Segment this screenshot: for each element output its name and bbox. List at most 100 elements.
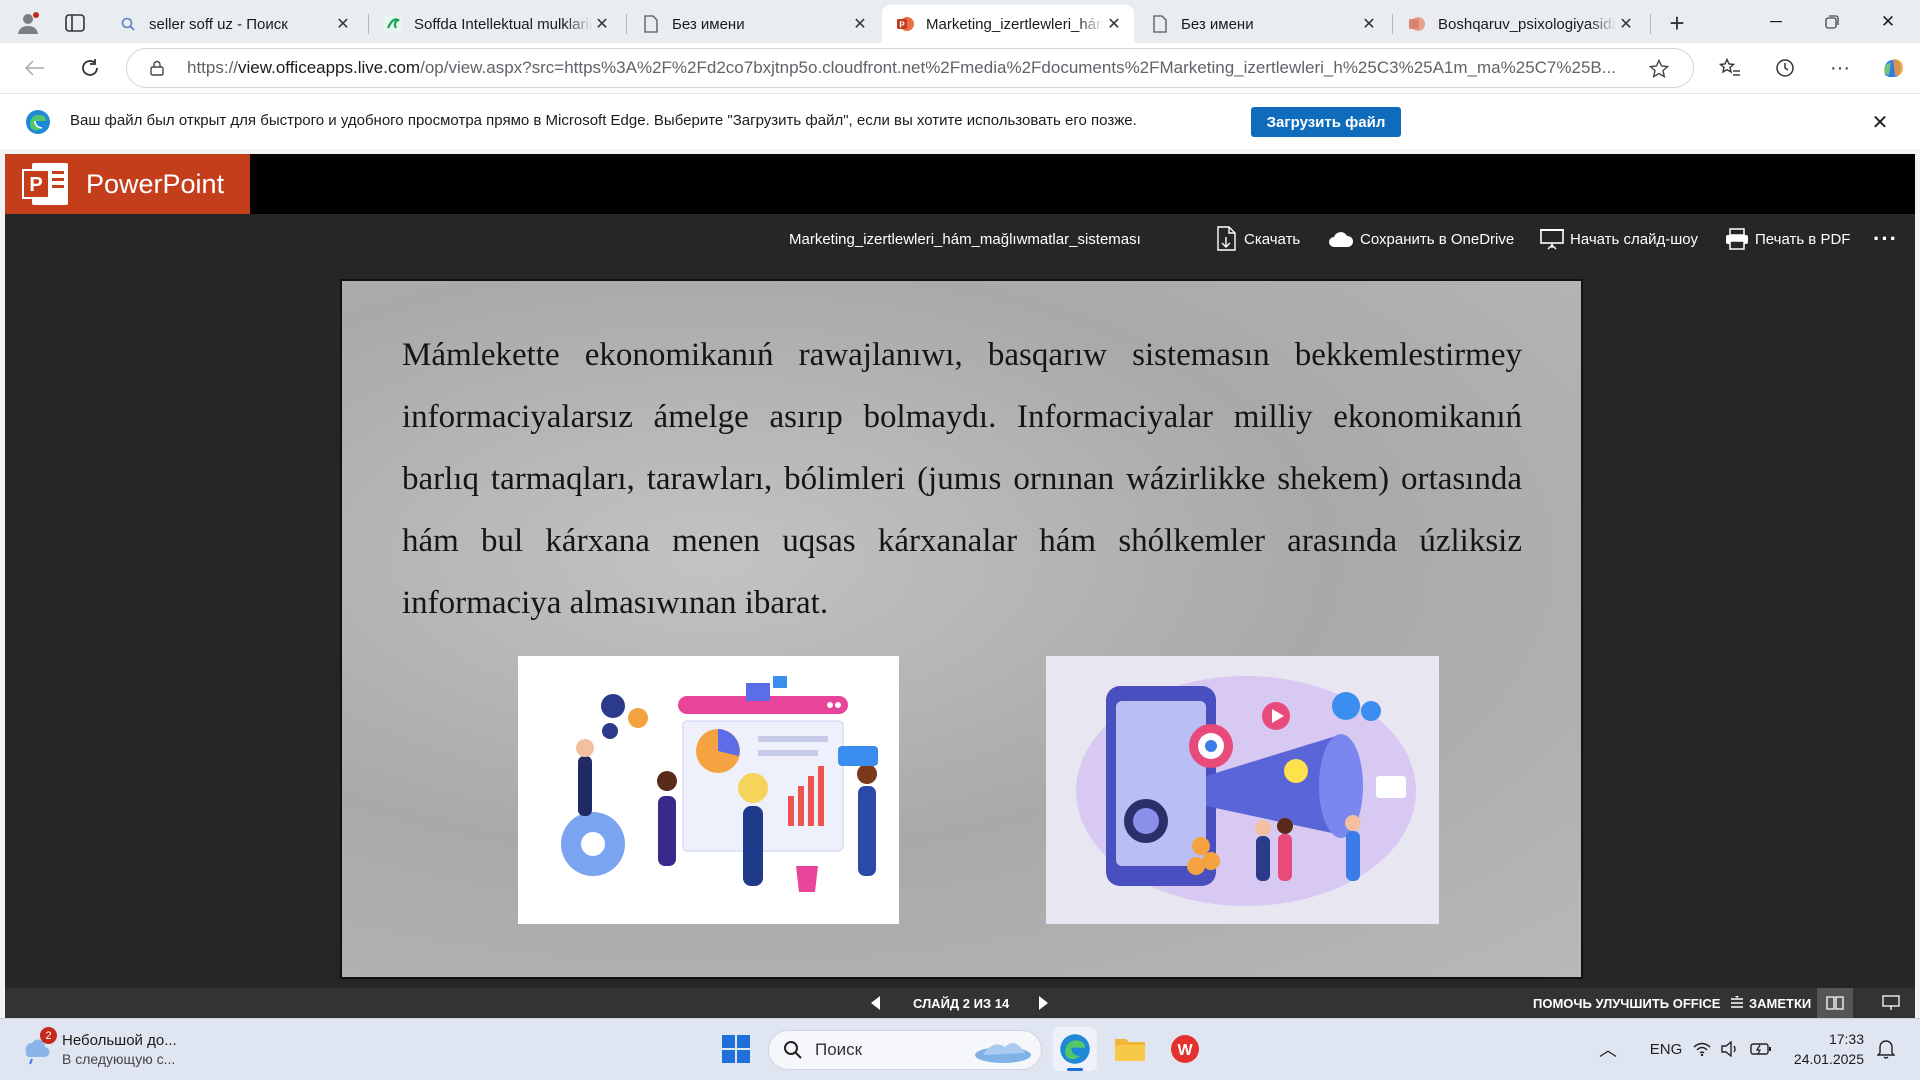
- onedrive-label: Сохранить в OneDrive: [1360, 230, 1515, 248]
- battery-icon[interactable]: [1748, 1035, 1774, 1063]
- document-title: Marketing_izertlewleri_hám_mağlıwmatlar_…: [789, 230, 1141, 248]
- new-tab-icon[interactable]: +: [1663, 8, 1691, 38]
- digital-marketing-illustration: [1046, 656, 1439, 924]
- search-placeholder: Поиск: [815, 1040, 863, 1059]
- refresh-icon[interactable]: [75, 53, 105, 83]
- soff-logo-icon: [384, 15, 402, 33]
- powerpoint-header: P PowerPoint: [5, 154, 1915, 214]
- tab-soffda[interactable]: Soffda Intellektual mulklarini sotish ✕: [370, 5, 622, 43]
- restore-icon[interactable]: [1812, 8, 1852, 36]
- weather-title: Небольшой до...: [62, 1032, 177, 1049]
- wps-office-icon[interactable]: W: [1163, 1027, 1207, 1071]
- print-pdf-button[interactable]: Печать в PDF: [1725, 214, 1850, 264]
- history-icon[interactable]: [1770, 53, 1800, 83]
- notes-icon: [1731, 996, 1743, 1008]
- tab-untitled-2[interactable]: Без имени ✕: [1137, 5, 1389, 43]
- weather-widget[interactable]: 2 Небольшой до... В следующую с...: [20, 1027, 190, 1071]
- wifi-icon[interactable]: [1690, 1035, 1714, 1063]
- powerpoint-brand[interactable]: P PowerPoint: [5, 154, 250, 214]
- url-field[interactable]: https://view.officeapps.live.com/op/view…: [126, 48, 1694, 88]
- back-icon[interactable]: [20, 53, 50, 83]
- search-icon: [784, 1041, 802, 1059]
- download-info-bar: Ваш файл был открыт для быстрого и удобн…: [0, 93, 1920, 149]
- download-button[interactable]: Скачать: [1216, 214, 1300, 264]
- page-icon: [1151, 15, 1169, 33]
- slideshow-label: Начать слайд-шоу: [1570, 230, 1698, 248]
- profile-icon[interactable]: [14, 9, 42, 37]
- tab-untitled-1[interactable]: Без имени ✕: [628, 5, 880, 43]
- marketing-team-illustration: [518, 656, 899, 924]
- notes-button[interactable]: ЗАМЕТКИ: [1730, 988, 1811, 1018]
- download-label: Скачать: [1244, 230, 1301, 248]
- favorites-icon[interactable]: [1715, 53, 1745, 83]
- edge-taskbar-icon[interactable]: [1053, 1027, 1097, 1071]
- slideshow-icon: [1540, 229, 1564, 250]
- language-indicator[interactable]: ENG: [1642, 1035, 1690, 1063]
- reading-view-icon[interactable]: [1817, 988, 1853, 1018]
- download-doc-icon: [1217, 226, 1236, 251]
- app-name: PowerPoint: [86, 168, 225, 199]
- tab-boshqaruv[interactable]: Boshqaruv_psixologiyasida ✕: [1394, 5, 1646, 43]
- slide: Mámlekette ekonomikanıń rawajlanıwı, bas…: [340, 279, 1583, 979]
- lock-icon[interactable]: [147, 58, 167, 78]
- start-button-icon[interactable]: [718, 1031, 754, 1067]
- svg-text:P: P: [899, 21, 905, 30]
- download-file-button[interactable]: Загрузить файл: [1251, 107, 1401, 137]
- copilot-icon[interactable]: [1878, 53, 1908, 83]
- close-tab-icon[interactable]: ✕: [1616, 14, 1636, 34]
- close-tab-icon[interactable]: ✕: [1359, 14, 1379, 34]
- search-icon: [119, 15, 137, 33]
- info-message: Ваш файл был открыт для быстрого и удобн…: [70, 112, 1137, 129]
- more-menu-icon[interactable]: ···: [1825, 53, 1855, 83]
- taskbar-search-field[interactable]: Поиск: [768, 1030, 1042, 1070]
- url-text: https://view.officeapps.live.com/op/view…: [187, 58, 1616, 77]
- tab-title: Без имени: [1181, 15, 1254, 33]
- notes-label: ЗАМЕТКИ: [1749, 995, 1812, 1011]
- close-window-icon[interactable]: ✕: [1868, 8, 1908, 36]
- start-slideshow-button[interactable]: Начать слайд-шоу: [1540, 214, 1698, 264]
- tab-title: seller soff uz - Поиск: [149, 15, 288, 33]
- clock-date: 24.01.2025: [1793, 1051, 1864, 1067]
- help-improve-office-link[interactable]: ПОМОЧЬ УЛУЧШИТЬ OFFICE: [1533, 988, 1720, 1018]
- volume-icon[interactable]: [1718, 1035, 1742, 1063]
- print-label: Печать в PDF: [1755, 230, 1851, 248]
- clock-time: 17:33: [1828, 1031, 1864, 1047]
- tab-title: Soffda Intellektual mulklarini sotish: [414, 15, 592, 33]
- favorite-star-icon[interactable]: [1647, 57, 1671, 81]
- tab-strip: seller soff uz - Поиск ✕ Soffda Intellek…: [0, 0, 1920, 43]
- edge-logo-icon: [25, 109, 51, 135]
- tab-search[interactable]: seller soff uz - Поиск ✕: [105, 5, 363, 43]
- minimize-icon[interactable]: [1756, 8, 1796, 36]
- slide-viewer: Mámlekette ekonomikanıń rawajlanıwı, bas…: [5, 274, 1915, 988]
- close-tab-icon[interactable]: ✕: [592, 14, 612, 34]
- powerpoint-icon: P: [896, 15, 914, 33]
- powerpoint-logo-icon: P: [22, 161, 70, 207]
- cloud-icon: [1329, 232, 1354, 247]
- more-options-icon[interactable]: ···: [1873, 214, 1898, 264]
- tab-actions-icon[interactable]: [62, 10, 88, 36]
- slideshow-view-icon[interactable]: [1873, 988, 1909, 1018]
- weather-badge: 2: [40, 1027, 57, 1044]
- svg-text:P: P: [29, 174, 42, 196]
- page-icon: [642, 15, 660, 33]
- close-tab-icon[interactable]: ✕: [1104, 14, 1124, 34]
- close-tab-icon[interactable]: ✕: [333, 14, 353, 34]
- prev-slide-icon[interactable]: [871, 988, 881, 1018]
- slide-body-text: Mámlekette ekonomikanıń rawajlanıwı, bas…: [402, 337, 1522, 621]
- tab-marketing[interactable]: P Marketing_izertlewleri_hám_mağlıwmatla…: [882, 5, 1134, 43]
- windows-taskbar: 2 Небольшой до... В следующую с... Поиск…: [0, 1018, 1920, 1080]
- next-slide-icon[interactable]: [1038, 988, 1048, 1018]
- show-hidden-icons-icon[interactable]: ︿: [1596, 1035, 1620, 1063]
- save-onedrive-button[interactable]: Сохранить в OneDrive: [1328, 214, 1514, 264]
- slide-counter: СЛАЙД 2 ИЗ 14: [913, 995, 1010, 1011]
- close-tab-icon[interactable]: ✕: [850, 14, 870, 34]
- notifications-bell-icon[interactable]: [1872, 1035, 1900, 1063]
- close-infobar-icon[interactable]: ✕: [1866, 108, 1894, 136]
- ppt-status-bar: СЛАЙД 2 ИЗ 14 ПОМОЧЬ УЛУЧШИТЬ OFFICE ЗАМ…: [5, 988, 1915, 1018]
- tab-title: Marketing_izertlewleri_hám_mağlıwmatlar_…: [926, 15, 1104, 33]
- powerpoint-icon: [1408, 15, 1426, 33]
- file-explorer-icon[interactable]: [1108, 1027, 1152, 1071]
- weather-subtitle: В следующую с...: [62, 1051, 176, 1067]
- powerpoint-toolbar: Marketing_izertlewleri_hám_mağlıwmatlar_…: [5, 214, 1915, 274]
- clock[interactable]: 17:33 24.01.2025: [1784, 1025, 1864, 1073]
